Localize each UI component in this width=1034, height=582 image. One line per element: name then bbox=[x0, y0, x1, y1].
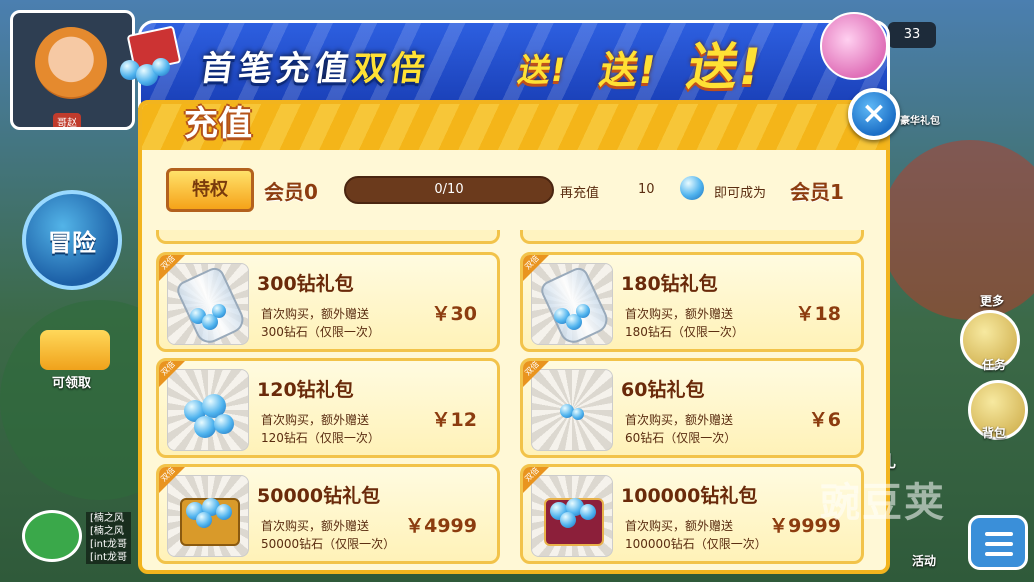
chat-line: [楠之风 bbox=[90, 513, 124, 524]
pack-card[interactable]: 双倍 180钻礼包 首次购买，额外赠送 180钻石（仅限一次） ￥18 bbox=[520, 252, 864, 352]
pack-card[interactable]: 双倍 100000钻礼包 首次购买，额外赠送 100000钻石（仅限一次） ￥9999 bbox=[520, 464, 864, 564]
pack-desc-line: 首次购买，额外赠送 bbox=[625, 413, 734, 427]
chat-line: [楠之风 bbox=[90, 526, 124, 537]
task-label: 任务 bbox=[982, 358, 1007, 372]
claim-label: 可领取 bbox=[52, 376, 92, 391]
pack-art bbox=[531, 475, 613, 557]
pack-description: 首次购买，额外赠送 60钻石（仅限一次） bbox=[625, 411, 736, 447]
recharge-prefix: 再充值 bbox=[560, 186, 600, 201]
diamond-icon bbox=[560, 512, 576, 528]
pack-description: 首次购买，额外赠送 300钻石（仅限一次） bbox=[261, 305, 380, 341]
pack-card[interactable]: 双倍 60钻礼包 首次购买，额外赠送 60钻石（仅限一次） ￥6 bbox=[520, 358, 864, 458]
pack-desc-line: 100000钻石（仅限一次） bbox=[625, 537, 767, 551]
resource-count: 33 bbox=[888, 22, 936, 48]
pack-desc-line: 60钻石（仅限一次） bbox=[625, 431, 737, 445]
pack-title: 50000钻礼包 bbox=[257, 485, 381, 507]
pack-card[interactable]: 双倍 50000钻礼包 首次购买，额外赠送 50000钻石（仅限一次） ￥4999 bbox=[156, 464, 500, 564]
background-scenery-2 bbox=[880, 140, 1034, 320]
pack-desc-line: 180钻石（仅限一次） bbox=[625, 325, 744, 339]
banner-send-2: 送! bbox=[596, 48, 660, 92]
pack-desc-line: 120钻石（仅限一次） bbox=[261, 431, 380, 445]
diamond-icon bbox=[196, 512, 212, 528]
gift-label[interactable]: 豪华礼包 bbox=[900, 112, 940, 127]
pack-desc-line: 首次购买，额外赠送 bbox=[625, 519, 734, 533]
pack-card[interactable]: 双倍 120钻礼包 首次购买，额外赠送 120钻石（仅限一次） ￥12 bbox=[156, 358, 500, 458]
bottle-icon bbox=[173, 264, 249, 348]
chat-log: [楠之风 [楠之风 [int龙哥 [int龙哥 bbox=[86, 512, 131, 564]
diamond-icon bbox=[572, 408, 584, 420]
panel-title: 充值 bbox=[184, 104, 252, 144]
pack-card[interactable]: 双倍 300钻礼包 首次购买，额外赠送 300钻石（仅限一次） ￥30 bbox=[156, 252, 500, 352]
pack-art bbox=[167, 369, 249, 451]
banner-first-recharge: 首笔充值 bbox=[197, 49, 356, 89]
pack-art bbox=[167, 475, 249, 557]
gift-box-icon[interactable] bbox=[40, 330, 110, 370]
pack-description: 首次购买，额外赠送 120钻石（仅限一次） bbox=[261, 411, 380, 447]
bottle-icon bbox=[537, 264, 613, 348]
diamond-icon bbox=[214, 414, 234, 434]
diamond-icon bbox=[216, 504, 232, 520]
vip-progress-bar: 0/10 bbox=[344, 176, 554, 204]
bag-label: 背包 bbox=[982, 426, 1007, 440]
pack-price[interactable]: ￥18 bbox=[796, 299, 841, 326]
pack-description: 首次购买，额外赠送 50000钻石（仅限一次） bbox=[261, 517, 395, 553]
pack-title: 300钻礼包 bbox=[257, 273, 354, 295]
close-icon[interactable]: × bbox=[848, 88, 900, 140]
diamond-icon bbox=[212, 304, 226, 318]
menu-icon[interactable] bbox=[968, 515, 1028, 570]
pack-title: 180钻礼包 bbox=[621, 273, 718, 295]
banner-send-3: 送! bbox=[683, 38, 767, 96]
diamond-icon bbox=[580, 504, 596, 520]
vip-next-level: 会员1 bbox=[790, 180, 844, 204]
pack-price[interactable]: ￥12 bbox=[432, 405, 477, 432]
banner-double: 双倍 bbox=[349, 49, 432, 89]
pack-desc-line: 50000钻石（仅限一次） bbox=[261, 537, 396, 551]
pack-art bbox=[531, 263, 613, 348]
activity-label[interactable]: 活动 bbox=[912, 552, 936, 569]
pack-desc-line: 300钻石（仅限一次） bbox=[261, 325, 380, 339]
adventure-button[interactable]: 冒险 bbox=[22, 190, 122, 290]
avatar-portrait bbox=[35, 27, 107, 99]
pack-title: 100000钻礼包 bbox=[621, 485, 758, 507]
pack-description: 首次购买，额外赠送 100000钻石（仅限一次） bbox=[625, 517, 767, 553]
vip-progress-row: 特权 会员0 0/10 再充值 10 即可成为 会员1 bbox=[160, 164, 874, 216]
pack-price[interactable]: ￥6 bbox=[809, 405, 841, 432]
mascot-icon bbox=[820, 12, 888, 80]
pack-desc-line: 首次购买，额外赠送 bbox=[625, 307, 734, 321]
vip-progress-text: 0/10 bbox=[434, 182, 464, 197]
watermark: 豌豆荚 bbox=[820, 480, 946, 526]
diamond-icon bbox=[576, 304, 590, 318]
pack-description: 首次购买，额外赠送 180钻石（仅限一次） bbox=[625, 305, 744, 341]
banner-headline: 首笔充值双倍 bbox=[198, 41, 433, 90]
partial-card bbox=[520, 230, 864, 244]
pack-desc-line: 首次购买，额外赠送 bbox=[261, 413, 370, 427]
pack-art bbox=[167, 263, 249, 348]
pack-price[interactable]: ￥4999 bbox=[405, 511, 477, 538]
player-avatar[interactable]: 哥赵 bbox=[10, 10, 135, 130]
pack-price[interactable]: ￥30 bbox=[432, 299, 477, 326]
chat-line: [int龙哥 bbox=[90, 552, 127, 563]
recharge-amount: 10 bbox=[638, 182, 655, 197]
diamond-icon bbox=[678, 174, 706, 202]
panel-header: 充值 bbox=[142, 104, 886, 150]
pack-title: 60钻礼包 bbox=[621, 379, 705, 401]
pack-desc-line: 首次购买，额外赠送 bbox=[261, 307, 370, 321]
partial-card bbox=[156, 230, 500, 244]
player-name: 哥赵 bbox=[53, 113, 81, 127]
vip-current-level: 会员0 bbox=[264, 180, 318, 204]
more-button[interactable]: 更多 bbox=[980, 292, 1004, 309]
pack-title: 120钻礼包 bbox=[257, 379, 354, 401]
pack-desc-line: 首次购买，额外赠送 bbox=[261, 519, 370, 533]
become-text: 即可成为 bbox=[714, 186, 767, 201]
promo-banner: 首笔充值双倍 送! 送! 送! bbox=[138, 20, 890, 108]
chat-line: [int龙哥 bbox=[90, 539, 127, 550]
pack-art bbox=[531, 369, 613, 451]
gem-chest-icon bbox=[120, 25, 182, 90]
banner-send-1: 送! bbox=[515, 51, 569, 89]
privilege-button[interactable]: 特权 bbox=[166, 168, 254, 212]
chat-icon[interactable] bbox=[22, 510, 82, 562]
diamond-icon bbox=[194, 416, 216, 438]
